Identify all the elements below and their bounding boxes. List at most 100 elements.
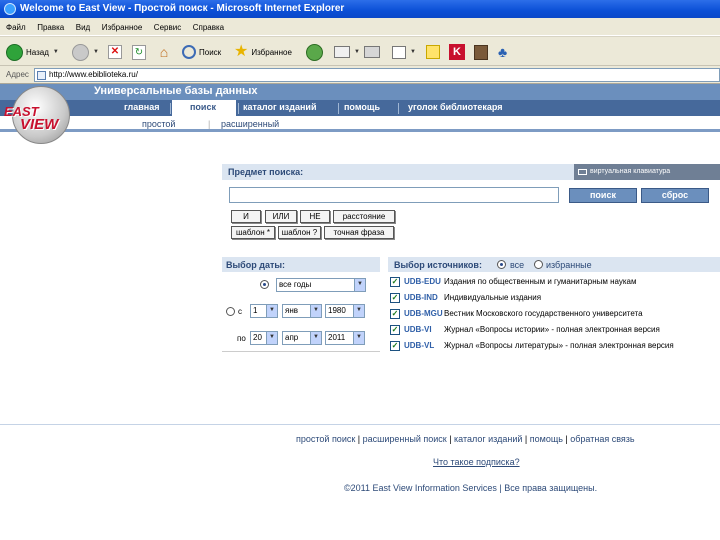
- operator-not-button[interactable]: НЕ: [300, 210, 330, 223]
- subscription-link[interactable]: Что такое подписка?: [433, 457, 520, 467]
- from-year-select[interactable]: 1980 ▼: [325, 304, 365, 318]
- search-reset-button[interactable]: сброс: [641, 188, 709, 203]
- source-row[interactable]: ✓ UDB-VI Журнал «Вопросы истории» - полн…: [390, 323, 720, 337]
- address-input[interactable]: http://www.ebiblioteka.ru/: [34, 68, 720, 82]
- history-button[interactable]: [306, 43, 323, 61]
- sources-heading-bar: Выбор источников: все избранные: [388, 257, 720, 272]
- kaspersky-button[interactable]: K: [449, 43, 465, 61]
- source-code[interactable]: UDB-MGU: [404, 309, 443, 318]
- source-code[interactable]: UDB-IND: [404, 293, 438, 302]
- source-checkbox[interactable]: ✓: [390, 309, 400, 319]
- menu-tools[interactable]: Сервис: [154, 23, 181, 32]
- footer-link-catalog[interactable]: каталог изданий: [454, 434, 522, 444]
- favorites-button[interactable]: ★ Избранное: [234, 43, 292, 61]
- wildcard-question-button[interactable]: шаблон ?: [278, 226, 321, 239]
- source-row[interactable]: ✓ UDB-EDU Издания по общественным и гума…: [390, 275, 720, 289]
- footer-divider: [0, 424, 720, 425]
- nav-search-active[interactable]: поиск: [172, 100, 236, 116]
- wildcard-star-button[interactable]: шаблон *: [231, 226, 275, 239]
- source-code[interactable]: UDB-EDU: [404, 277, 441, 286]
- to-day-select[interactable]: 20 ▼: [250, 331, 278, 345]
- search-submit-button[interactable]: поиск: [569, 188, 637, 203]
- mail-button[interactable]: ▼: [334, 43, 360, 61]
- site-header: Универсальные базы данных: [0, 84, 720, 100]
- nav-home[interactable]: главная: [124, 102, 159, 112]
- footer-link-feedback[interactable]: обратная связь: [570, 434, 634, 444]
- to-year-select[interactable]: 2011 ▼: [325, 331, 365, 345]
- page-icon: [37, 71, 46, 80]
- menu-edit[interactable]: Правка: [37, 23, 64, 32]
- operator-distance-button[interactable]: расстояние: [333, 210, 395, 223]
- source-row[interactable]: ✓ UDB-VL Журнал «Вопросы литературы» - п…: [390, 339, 720, 353]
- back-button[interactable]: Назад ▼: [6, 43, 59, 61]
- virtual-keyboard-link[interactable]: виртуальная клавиатура: [574, 164, 720, 180]
- source-row[interactable]: ✓ UDB-IND Индивидуальные издания: [390, 291, 720, 305]
- source-checkbox[interactable]: ✓: [390, 277, 400, 287]
- chevron-down-icon: ▼: [52, 49, 59, 55]
- source-name: Журнал «Вопросы истории» - полная электр…: [444, 325, 660, 334]
- menu-file[interactable]: Файл: [6, 23, 26, 32]
- messenger-button[interactable]: ♣: [498, 43, 507, 61]
- chevron-down-icon: ▼: [310, 332, 321, 344]
- home-button[interactable]: ⌂: [156, 43, 172, 61]
- date-range-radio[interactable]: [226, 307, 235, 316]
- footer-link-advanced[interactable]: расширенный поиск: [363, 434, 447, 444]
- nav-separator: [338, 103, 339, 114]
- operator-and-button[interactable]: И: [231, 210, 261, 223]
- source-checkbox[interactable]: ✓: [390, 293, 400, 303]
- subnav-simple[interactable]: простой: [142, 119, 175, 129]
- edit-button[interactable]: ▼: [392, 43, 416, 61]
- messenger-people-icon: ♣: [498, 44, 508, 60]
- address-bar: Адрес http://www.ebiblioteka.ru/: [0, 66, 720, 84]
- main-nav: главная каталог изданий помощь уголок би…: [0, 100, 720, 116]
- menu-favorites[interactable]: Избранное: [102, 23, 143, 32]
- from-month-select[interactable]: янв ▼: [282, 304, 322, 318]
- source-checkbox[interactable]: ✓: [390, 341, 400, 351]
- source-row[interactable]: ✓ UDB-MGU Вестник Московского государств…: [390, 307, 720, 321]
- source-code[interactable]: UDB-VI: [404, 325, 432, 334]
- refresh-button[interactable]: ↻: [132, 43, 146, 61]
- internet-explorer-icon: [4, 3, 16, 15]
- stop-button[interactable]: ✕: [108, 43, 122, 61]
- nav-separator: [238, 103, 239, 114]
- all-years-radio[interactable]: [260, 280, 269, 289]
- forward-button[interactable]: ▼: [72, 43, 99, 61]
- source-name: Индивидуальные издания: [444, 293, 542, 302]
- source-checkbox[interactable]: ✓: [390, 325, 400, 335]
- nav-librarian[interactable]: уголок библиотекаря: [408, 102, 503, 112]
- back-arrow-icon: [6, 43, 23, 61]
- menu-view[interactable]: Вид: [76, 23, 90, 32]
- research-button[interactable]: [474, 43, 488, 61]
- home-icon: ⌂: [159, 43, 169, 60]
- menu-bar: Файл Правка Вид Избранное Сервис Справка: [0, 18, 720, 36]
- browser-toolbar: Назад ▼ ▼ ✕ ↻ ⌂ Поиск ★ Избранное ▼ ▼ K: [0, 36, 720, 66]
- from-day-select[interactable]: 1 ▼: [250, 304, 278, 318]
- notes-button[interactable]: [426, 43, 440, 61]
- chevron-down-icon: ▼: [354, 279, 365, 291]
- nav-catalog[interactable]: каталог изданий: [243, 102, 317, 112]
- footer-link-help[interactable]: помощь: [530, 434, 563, 444]
- nav-help[interactable]: помощь: [344, 102, 380, 112]
- menu-help[interactable]: Справка: [193, 23, 224, 32]
- search-query-input[interactable]: [229, 187, 559, 203]
- nav-separator: [170, 103, 171, 114]
- sources-all-radio[interactable]: [497, 260, 506, 269]
- search-button[interactable]: Поиск: [182, 43, 221, 61]
- source-code[interactable]: UDB-VL: [404, 341, 434, 350]
- footer-link-simple[interactable]: простой поиск: [296, 434, 355, 444]
- subnav-advanced[interactable]: расширенный: [221, 119, 279, 129]
- subnav-separator: |: [208, 119, 211, 129]
- date-from-label: с: [238, 307, 242, 316]
- source-name: Вестник Московского государственного уни…: [444, 309, 643, 318]
- exact-phrase-button[interactable]: точная фраза: [324, 226, 394, 239]
- book-icon: [474, 44, 488, 60]
- to-month-select[interactable]: апр ▼: [282, 331, 322, 345]
- history-icon: [306, 43, 323, 61]
- operator-or-button[interactable]: ИЛИ: [265, 210, 297, 223]
- period-select[interactable]: все годы ▼: [276, 278, 366, 292]
- print-button[interactable]: [364, 43, 380, 61]
- date-to-label: по: [237, 334, 246, 343]
- sources-all-label: все: [510, 260, 525, 270]
- east-view-logo[interactable]: EAST VIEW: [2, 86, 72, 144]
- sources-selected-radio[interactable]: [534, 260, 543, 269]
